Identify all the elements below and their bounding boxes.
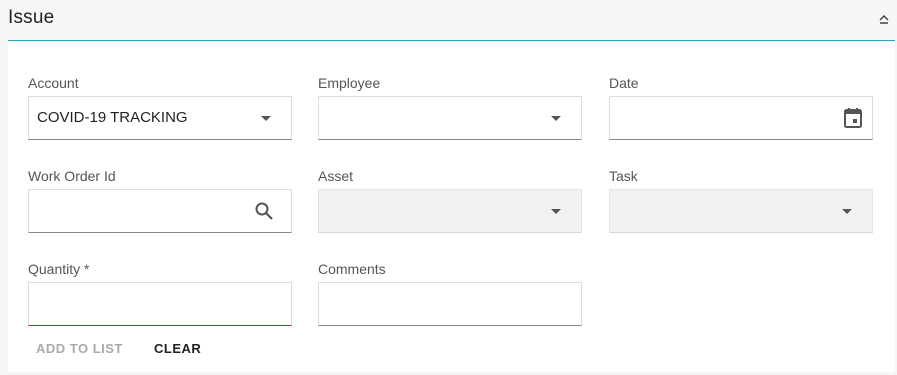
caret-down-icon (551, 115, 561, 121)
comments-input[interactable] (318, 282, 582, 326)
date-label: Date (609, 75, 639, 91)
work-order-id-input[interactable] (28, 189, 292, 233)
section-header: Issue (0, 0, 897, 42)
add-to-list-button[interactable]: ADD TO LIST (36, 337, 123, 359)
comments-label: Comments (318, 261, 386, 277)
caret-down-icon (261, 115, 271, 121)
work-order-id-label: Work Order Id (28, 168, 116, 184)
quantity-input[interactable] (28, 282, 292, 326)
work-order-search-button[interactable] (253, 190, 275, 232)
task-select[interactable] (609, 189, 873, 233)
clear-button[interactable]: CLEAR (154, 337, 201, 359)
employee-dropdown-toggle[interactable] (545, 97, 567, 139)
asset-label: Asset (318, 168, 354, 184)
caret-down-icon (842, 208, 852, 214)
date-input[interactable] (609, 96, 873, 140)
account-value: COVID-19 TRACKING (37, 109, 188, 126)
section-title: Issue (8, 7, 55, 28)
issue-form-panel: Account COVID-19 TRACKING Employee Date (8, 42, 895, 372)
asset-dropdown-toggle[interactable] (545, 190, 567, 232)
account-select[interactable]: COVID-19 TRACKING (28, 96, 292, 140)
caret-down-icon (551, 208, 561, 214)
calendar-icon (844, 108, 862, 128)
employee-select[interactable] (318, 96, 582, 140)
asset-select[interactable] (318, 189, 582, 233)
chevron-up-icon (879, 14, 889, 24)
task-label: Task (609, 168, 638, 184)
calendar-button[interactable] (842, 97, 864, 139)
header-divider (8, 40, 895, 41)
quantity-label: Quantity * (28, 261, 90, 277)
employee-label: Employee (318, 75, 381, 91)
task-dropdown-toggle[interactable] (836, 190, 858, 232)
collapse-button[interactable] (875, 9, 893, 29)
account-dropdown-toggle[interactable] (255, 97, 277, 139)
search-icon (255, 202, 273, 220)
account-label: Account (28, 75, 79, 91)
